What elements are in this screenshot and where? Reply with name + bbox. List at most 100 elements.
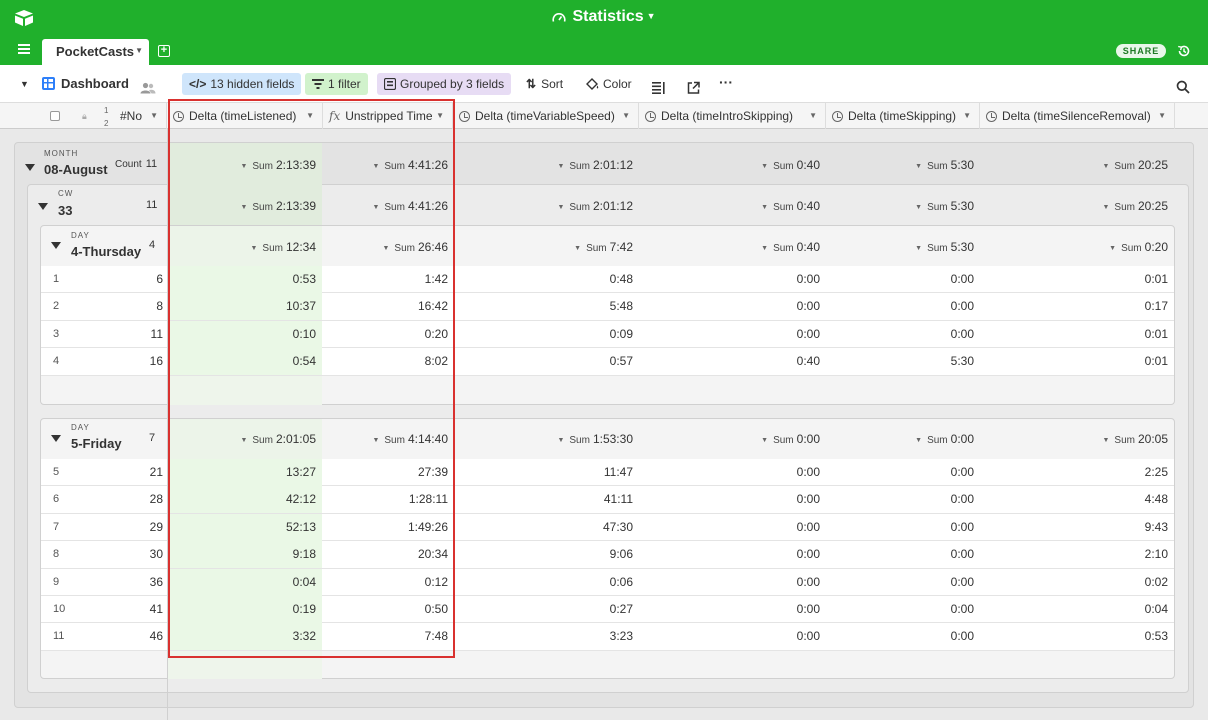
chevron-down-icon[interactable]: ▼ [557,163,564,170]
table-cell[interactable]: 0:00 [797,293,820,320]
collaborators-icon[interactable] [140,77,156,99]
table-cell[interactable]: 0:00 [797,514,820,541]
table-row[interactable]: 3 11 0:10 0:20 0:09 0:00 0:00 0:01 [41,320,1174,349]
search-icon[interactable] [1176,76,1190,98]
chevron-down-icon[interactable]: ▼ [557,437,564,444]
table-cell[interactable]: 0:00 [797,541,820,568]
share-view-icon[interactable] [687,77,700,99]
table-cell[interactable]: 0:00 [951,266,974,293]
column-header-unstripped-time[interactable]: fx Unstripped Time ▼ [323,103,453,129]
cell-no[interactable]: 29 [150,514,163,541]
chevron-down-icon[interactable]: ▼ [372,204,379,211]
table-cell[interactable]: 42:12 [286,486,316,513]
table-cell[interactable]: 9:43 [1145,514,1168,541]
table-cell[interactable]: 0:53 [293,266,316,293]
table-cell[interactable]: 0:00 [797,486,820,513]
cell-no[interactable]: 36 [150,569,163,596]
chevron-down-icon[interactable]: ▼ [1109,245,1116,252]
hidden-fields-button[interactable]: </> 13 hidden fields [182,73,302,95]
table-cell[interactable]: 0:27 [610,596,633,623]
tab-pocketcasts[interactable]: PocketCasts ▼ [42,39,149,65]
table-cell[interactable]: 0:00 [797,596,820,623]
primary-column-header[interactable]: 🔒︎ 12 #No ▼ [0,103,167,129]
table-cell[interactable]: 0:00 [797,569,820,596]
history-icon[interactable] [1177,44,1191,58]
table-cell[interactable]: 0:00 [951,321,974,348]
select-all-checkbox[interactable] [50,111,60,121]
table-cell[interactable]: 0:00 [797,321,820,348]
table-row[interactable]: 7 29 52:13 1:49:26 47:30 0:00 0:00 9:43 [41,513,1174,542]
table-cell[interactable]: 52:13 [286,514,316,541]
filter-button[interactable]: 1 filter [305,73,368,95]
table-cell[interactable]: 9:18 [293,541,316,568]
table-cell[interactable]: 0:04 [1145,596,1168,623]
column-header-variable-speed[interactable]: Delta (timeVariableSpeed) ▼ [453,103,639,129]
chevron-down-icon[interactable]: ▼ [150,103,158,129]
table-row[interactable]: 6 28 42:12 1:28:11 41:11 0:00 0:00 4:48 [41,486,1174,514]
chevron-down-icon[interactable]: ▼ [372,163,379,170]
table-cell[interactable]: 7:48 [425,623,448,650]
table-cell[interactable]: 8:02 [425,348,448,375]
chevron-down-icon[interactable]: ▼ [1158,103,1166,129]
table-cell[interactable]: 0:06 [610,569,633,596]
table-cell[interactable]: 1:42 [425,266,448,293]
chevron-down-icon[interactable]: ▼ [761,245,768,252]
cell-no[interactable]: 28 [150,486,163,513]
table-cell[interactable]: 5:48 [610,293,633,320]
table-cell[interactable]: 0:10 [293,321,316,348]
table-cell[interactable]: 0:17 [1145,293,1168,320]
chevron-down-icon[interactable]: ▼ [915,163,922,170]
table-cell[interactable]: 0:00 [951,514,974,541]
table-row[interactable]: 8 30 9:18 20:34 9:06 0:00 0:00 2:10 [41,541,1174,569]
chevron-down-icon[interactable]: ▼ [1102,204,1109,211]
chevron-down-icon[interactable]: ▼ [557,204,564,211]
view-switcher-chevron-icon[interactable]: ▼ [20,73,29,95]
table-cell[interactable]: 0:00 [951,541,974,568]
table-cell[interactable]: 0:00 [797,266,820,293]
table-cell[interactable]: 20:34 [418,541,448,568]
collapse-toggle-icon[interactable] [51,435,61,442]
table-cell[interactable]: 0:00 [951,293,974,320]
share-button[interactable]: SHARE [1116,44,1166,58]
base-title[interactable]: Statistics ▼ [0,8,1208,26]
chevron-down-icon[interactable]: ▼ [250,245,257,252]
chevron-down-icon[interactable]: ▼ [1102,163,1109,170]
table-cell[interactable]: 3:23 [610,623,633,650]
table-cell[interactable]: 16:42 [418,293,448,320]
chevron-down-icon[interactable]: ▼ [382,245,389,252]
table-cell[interactable]: 0:00 [951,596,974,623]
table-row[interactable]: 10 41 0:19 0:50 0:27 0:00 0:00 0:04 [41,596,1174,624]
cell-no[interactable]: 16 [150,348,163,375]
chevron-down-icon[interactable]: ▼ [240,204,247,211]
collapse-toggle-icon[interactable] [51,242,61,249]
table-cell[interactable]: 0:04 [293,569,316,596]
cell-no[interactable]: 8 [156,293,163,320]
table-cell[interactable]: 0:57 [610,348,633,375]
table-cell[interactable]: 0:00 [951,486,974,513]
more-options-icon[interactable]: ··· [719,73,733,95]
column-header-silence-removal[interactable]: Delta (timeSilenceRemoval) ▼ [980,103,1175,129]
menu-icon[interactable] [18,44,30,54]
table-cell[interactable]: 0:53 [1145,623,1168,650]
cell-no[interactable]: 11 [151,321,163,348]
table-cell[interactable]: 0:50 [425,596,448,623]
airtable-logo-icon[interactable] [14,10,34,26]
table-row[interactable]: 9 36 0:04 0:12 0:06 0:00 0:00 0:02 [41,568,1174,596]
chevron-down-icon[interactable]: ▼ [240,437,247,444]
table-cell[interactable]: 1:28:11 [409,486,448,513]
chevron-down-icon[interactable]: ▼ [963,103,971,129]
column-header-time-listened[interactable]: Delta (timeListened) ▼ [167,103,323,129]
chevron-down-icon[interactable]: ▼ [372,437,379,444]
row-height-icon[interactable] [652,77,665,99]
cell-no[interactable]: 30 [150,541,163,568]
table-cell[interactable]: 10:37 [286,293,316,320]
table-row[interactable]: 1 6 0:53 1:42 0:48 0:00 0:00 0:01 [41,266,1174,294]
table-cell[interactable]: 0:00 [797,623,820,650]
color-button[interactable]: Color [586,73,632,95]
group-button[interactable]: Grouped by 3 fields [377,73,512,95]
table-cell[interactable]: 0:19 [293,596,316,623]
chevron-down-icon[interactable]: ▼ [915,245,922,252]
sort-button[interactable]: ⇅ Sort [526,73,563,95]
table-row[interactable]: 2 8 10:37 16:42 5:48 0:00 0:00 0:17 [41,293,1174,321]
collapse-toggle-icon[interactable] [38,203,48,210]
